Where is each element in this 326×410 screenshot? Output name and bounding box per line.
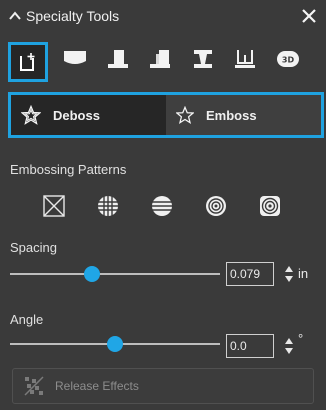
pillow-tool-icon — [64, 51, 86, 64]
angle-slider-thumb[interactable] — [107, 336, 123, 352]
spacing-slider-track — [10, 273, 220, 275]
angle-label: Angle — [10, 312, 44, 327]
panel-titlebar: Specialty Tools — [0, 0, 326, 32]
angle-slider[interactable] — [10, 334, 220, 354]
bevel-tool-button[interactable] — [184, 40, 222, 78]
angle-stepper-icon[interactable] — [284, 335, 294, 357]
angle-unit: ° — [298, 331, 304, 346]
concentric-squares-pattern-button[interactable] — [256, 192, 284, 220]
svg-text:3D: 3D — [282, 56, 295, 65]
angle-value-input[interactable]: 0.0 — [226, 334, 274, 358]
release-effects-button[interactable]: Release Effects — [12, 368, 314, 404]
concentric-circles-pattern-icon — [206, 196, 226, 216]
3d-view-icon: 3D — [277, 51, 299, 67]
horizontal-lines-pattern-button[interactable] — [148, 192, 176, 220]
no-pattern-icon — [43, 195, 65, 217]
deboss-button[interactable]: Deboss — [11, 95, 166, 135]
deboss-label: Deboss — [53, 107, 100, 123]
embossing-patterns-label: Embossing Patterns — [10, 162, 127, 177]
spacing-label: Spacing — [10, 240, 57, 255]
pillow-tool-button[interactable] — [56, 40, 94, 78]
chisel-tool-icon — [108, 50, 128, 68]
concentric-squares-pattern-icon — [260, 196, 280, 216]
chisel-tool-button[interactable] — [99, 40, 137, 78]
chevron-up-icon[interactable] — [8, 9, 22, 23]
star-outline-icon — [21, 105, 41, 125]
grid-pattern-button[interactable] — [94, 192, 122, 220]
spacing-value-input[interactable]: 0.079 — [226, 262, 274, 286]
emboss-button[interactable]: Emboss — [166, 95, 321, 135]
3d-view-tool-button[interactable]: 3D — [269, 40, 307, 78]
horizontal-lines-pattern-icon — [152, 196, 172, 216]
deboss-emboss-toggle: Deboss Emboss — [8, 92, 324, 138]
pattern-picker — [40, 192, 290, 220]
stairs-tool-button[interactable] — [141, 40, 179, 78]
spacing-slider-thumb[interactable] — [83, 266, 100, 282]
spacing-unit: in — [298, 266, 309, 281]
none-pattern-button[interactable] — [40, 192, 68, 220]
grid-pattern-icon — [98, 196, 118, 216]
panel-title: Specialty Tools — [26, 8, 120, 24]
release-effects-icon — [24, 376, 44, 396]
tool-bar: 3D — [0, 34, 326, 84]
star-outline-icon — [176, 106, 194, 124]
specialty-tools-panel: Specialty Tools 3D Deboss Emboss Embossi… — [0, 0, 326, 410]
concentric-circles-pattern-button[interactable] — [202, 192, 230, 220]
hole-tool-icon — [235, 50, 255, 68]
spacing-slider[interactable] — [10, 264, 220, 284]
cutout-tool-icon — [20, 53, 35, 71]
spacing-stepper-icon[interactable] — [284, 263, 294, 285]
hole-tool-button[interactable] — [226, 40, 264, 78]
close-icon[interactable] — [300, 7, 318, 25]
emboss-label: Emboss — [206, 107, 257, 123]
stairs-tool-icon — [150, 50, 170, 68]
bevel-tool-icon — [194, 50, 212, 68]
cutout-tool-button[interactable] — [8, 42, 48, 82]
release-effects-label: Release Effects — [55, 379, 139, 393]
